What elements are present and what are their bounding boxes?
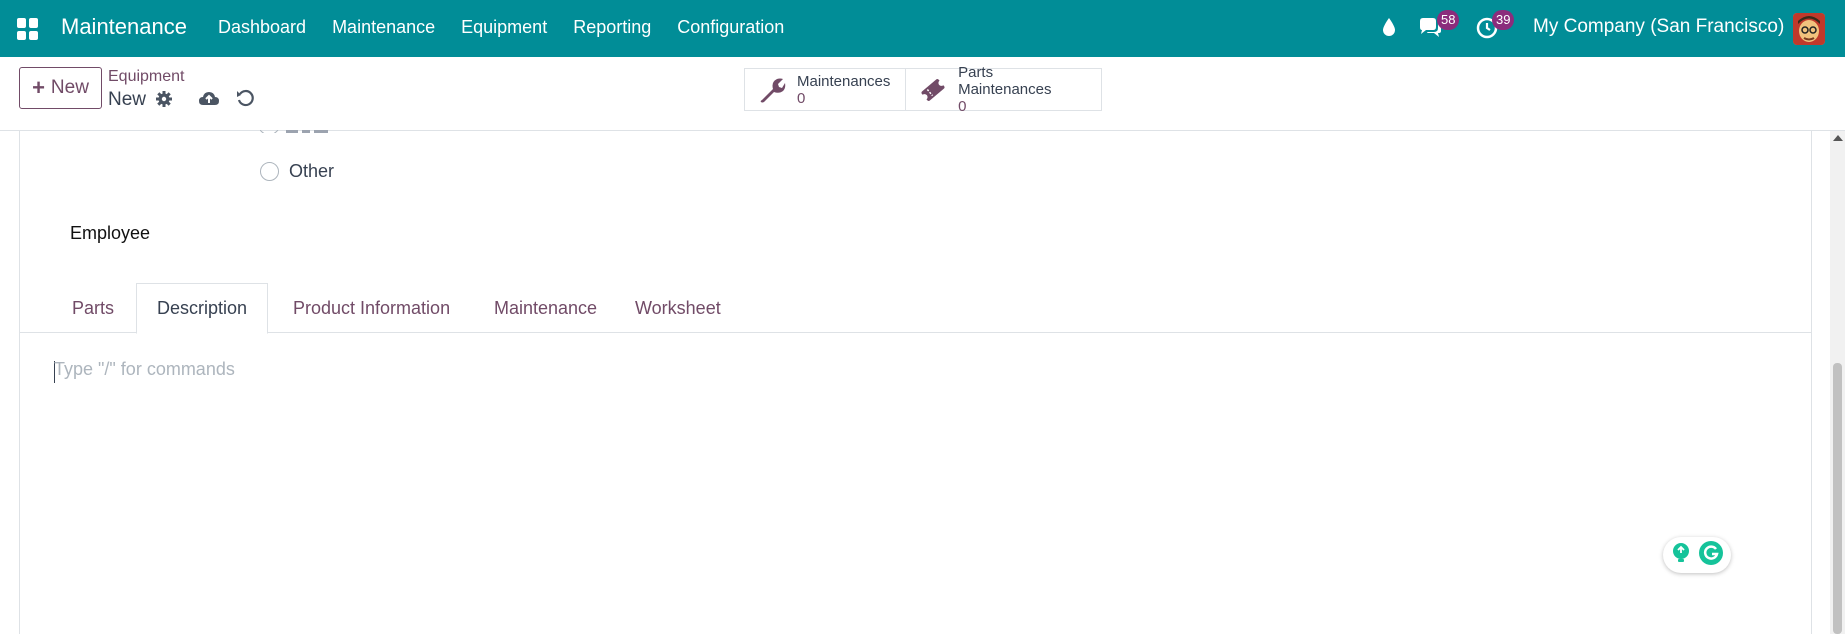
menu-dashboard[interactable]: Dashboard [218, 17, 306, 38]
plus-icon: + [32, 75, 45, 100]
parts-maintenances-smart-button[interactable]: Parts Maintenances 0 [906, 64, 1101, 115]
parts-maintenances-label: Parts Maintenances [958, 64, 1052, 98]
apps-grid-icon[interactable] [17, 18, 39, 40]
radio-button[interactable] [260, 162, 279, 181]
lightbulb-icon[interactable] [1670, 541, 1692, 570]
scroll-thumb[interactable] [1833, 363, 1842, 634]
scroll-up-arrow[interactable] [1833, 135, 1843, 141]
avatar[interactable] [1793, 13, 1825, 45]
grammarly-icon[interactable] [1698, 540, 1724, 571]
radio-option-other[interactable]: Other [260, 161, 334, 182]
maintenances-count: 0 [797, 89, 806, 107]
parts-maintenances-count: 0 [958, 98, 967, 115]
grammarly-widget[interactable] [1663, 537, 1731, 573]
breadcrumb-parent[interactable]: Equipment [108, 68, 185, 86]
discard-icon[interactable] [236, 89, 254, 112]
wrench-icon [757, 75, 787, 105]
breadcrumb-current: New [108, 89, 147, 110]
form-sheet: Other Employee Parts Description Product… [19, 129, 1812, 634]
messages-badge: 58 [1437, 10, 1460, 30]
page-scrollbar[interactable] [1830, 131, 1845, 634]
tab-description[interactable]: Description [136, 283, 269, 334]
tab-maintenance[interactable]: Maintenance [474, 283, 617, 333]
tab-worksheet[interactable]: Worksheet [615, 283, 741, 333]
company-switcher[interactable]: My Company (San Francisco) [1533, 16, 1784, 38]
main-menu: Dashboard Maintenance Equipment Reportin… [218, 17, 810, 38]
gear-icon[interactable] [155, 90, 173, 113]
activities-badge: 39 [1492, 10, 1515, 30]
ticket-icon [918, 75, 948, 105]
maintenances-smart-button[interactable]: Maintenances 0 [745, 69, 907, 110]
radio-option-label: Other [289, 161, 335, 181]
new-button[interactable]: + New [19, 67, 102, 109]
tab-product-information[interactable]: Product Information [273, 283, 470, 333]
control-panel: + New Equipment New Maintenances 0 Parts… [0, 57, 1845, 131]
new-button-label: New [50, 77, 89, 98]
notebook-tabs: Parts Description Product Information Ma… [20, 283, 1811, 334]
menu-equipment[interactable]: Equipment [461, 17, 547, 38]
description-editor[interactable]: Type "/" for commands [54, 359, 235, 380]
smart-buttons: Maintenances 0 Parts Maintenances 0 [744, 64, 1102, 115]
clipped-radio-option [260, 125, 380, 133]
cloud-upload-icon[interactable] [198, 89, 220, 112]
menu-reporting[interactable]: Reporting [573, 17, 651, 38]
tab-parts[interactable]: Parts [52, 283, 134, 333]
water-drop-icon[interactable] [1382, 17, 1396, 42]
employee-label: Employee [70, 223, 151, 243]
menu-maintenance[interactable]: Maintenance [332, 17, 435, 38]
menu-configuration[interactable]: Configuration [677, 17, 784, 38]
top-navbar: Maintenance Dashboard Maintenance Equipm… [0, 0, 1845, 57]
app-title[interactable]: Maintenance [61, 14, 187, 40]
maintenances-label: Maintenances [797, 72, 891, 90]
